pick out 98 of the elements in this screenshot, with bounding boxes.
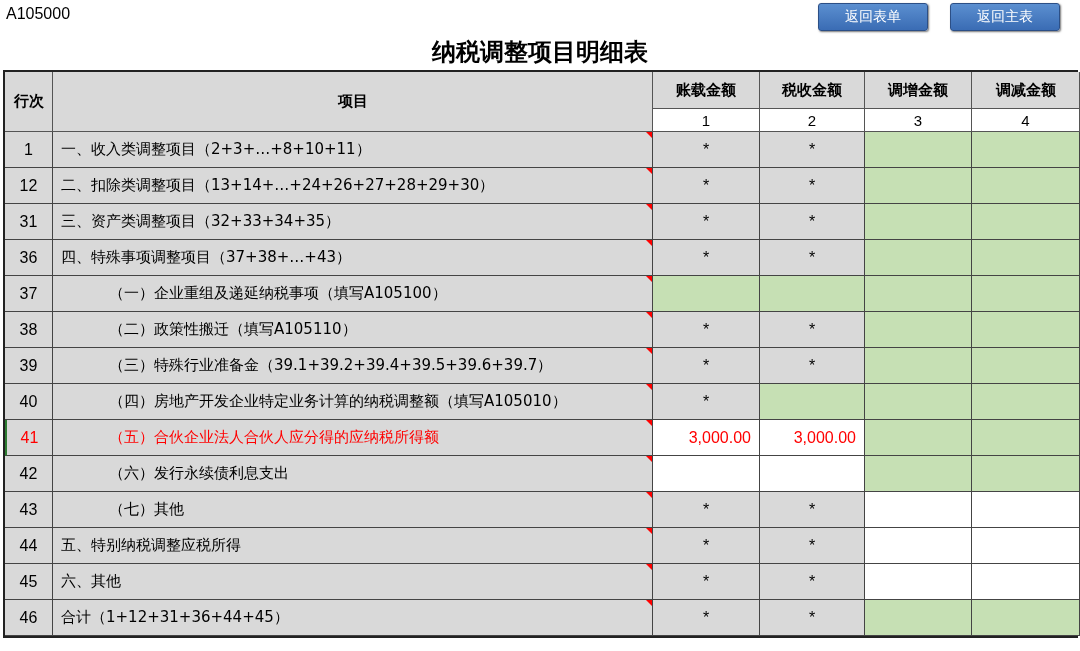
amount-cell[interactable] (972, 492, 1080, 528)
amount-cell[interactable] (972, 204, 1080, 240)
item-cell: （二）政策性搬迁（填写A105110） (53, 312, 653, 348)
amount-cell[interactable] (760, 276, 865, 312)
amount-cell[interactable] (972, 276, 1080, 312)
row-number: 39 (5, 348, 53, 384)
amount-cell: * (653, 564, 760, 600)
row-number: 40 (5, 384, 53, 420)
amount-cell[interactable] (972, 240, 1080, 276)
amount-cell[interactable] (972, 420, 1080, 456)
column-header: 调减金额 (972, 72, 1080, 109)
amount-cell[interactable] (865, 600, 972, 636)
column-header: 调增金额 (865, 72, 972, 109)
amount-cell: * (760, 240, 865, 276)
amount-cell: * (653, 348, 760, 384)
amount-cell: * (760, 168, 865, 204)
amount-cell[interactable] (865, 168, 972, 204)
column-header: 行次 (5, 72, 53, 132)
item-cell: 一、收入类调整项目（2+3+…+8+10+11） (53, 132, 653, 168)
nav-button[interactable]: 返回表单 (818, 3, 928, 31)
amount-cell: * (653, 384, 760, 420)
amount-cell[interactable] (653, 276, 760, 312)
row-number: 46 (5, 600, 53, 636)
item-cell: （一）企业重组及递延纳税事项（填写A105100） (53, 276, 653, 312)
amount-cell[interactable] (865, 528, 972, 564)
item-cell: 五、特别纳税调整应税所得 (53, 528, 653, 564)
amount-cell[interactable] (865, 312, 972, 348)
column-header: 账载金额 (653, 72, 760, 109)
amount-cell: * (653, 204, 760, 240)
column-header: 税收金额 (760, 72, 865, 109)
item-cell: （三）特殊行业准备金（39.1+39.2+39.4+39.5+39.6+39.7） (53, 348, 653, 384)
amount-cell[interactable] (972, 528, 1080, 564)
amount-cell[interactable] (760, 456, 865, 492)
amount-cell[interactable] (972, 168, 1080, 204)
row-number: 36 (5, 240, 53, 276)
row-number: 43 (5, 492, 53, 528)
amount-cell[interactable] (865, 204, 972, 240)
amount-cell[interactable] (760, 384, 865, 420)
row-number: 45 (5, 564, 53, 600)
amount-cell[interactable] (865, 564, 972, 600)
amount-cell[interactable] (865, 348, 972, 384)
item-cell: 合计（1+12+31+36+44+45） (53, 600, 653, 636)
amount-cell: * (653, 132, 760, 168)
item-cell: （四）房地产开发企业特定业务计算的纳税调整额（填写A105010） (53, 384, 653, 420)
amount-cell[interactable] (972, 456, 1080, 492)
item-cell: （五）合伙企业法人合伙人应分得的应纳税所得额 (53, 420, 653, 456)
amount-cell[interactable] (865, 384, 972, 420)
item-cell: 六、其他 (53, 564, 653, 600)
row-number: 42 (5, 456, 53, 492)
amount-cell[interactable] (865, 132, 972, 168)
amount-cell: * (653, 492, 760, 528)
item-cell: 四、特殊事项调整项目（37+38+…+43） (53, 240, 653, 276)
amount-cell[interactable] (972, 564, 1080, 600)
nav-button[interactable]: 返回主表 (950, 3, 1060, 31)
column-number: 4 (972, 109, 1080, 132)
row-number: 1 (5, 132, 53, 168)
amount-cell: * (653, 600, 760, 636)
column-header: 项目 (53, 72, 653, 132)
form-title: 纳税调整项目明细表 (430, 36, 649, 68)
amount-cell[interactable] (865, 456, 972, 492)
column-number: 3 (865, 109, 972, 132)
column-number: 2 (760, 109, 865, 132)
amount-cell[interactable] (972, 600, 1080, 636)
column-number: 1 (653, 109, 760, 132)
item-cell: 三、资产类调整项目（32+33+34+35） (53, 204, 653, 240)
form-code: A105000 (5, 4, 71, 23)
amount-cell: * (653, 528, 760, 564)
amount-cell[interactable]: 3,000.00 (653, 420, 760, 456)
amount-cell: * (760, 312, 865, 348)
amount-cell: * (760, 348, 865, 384)
amount-cell: * (760, 528, 865, 564)
amount-cell: * (760, 564, 865, 600)
row-number: 44 (5, 528, 53, 564)
row-number: 12 (5, 168, 53, 204)
amount-cell[interactable] (972, 132, 1080, 168)
item-cell: （六）发行永续债利息支出 (53, 456, 653, 492)
row-number: 38 (5, 312, 53, 348)
item-cell: （七）其他 (53, 492, 653, 528)
row-number: 31 (5, 204, 53, 240)
row-number: 41 (5, 420, 53, 456)
row-number: 37 (5, 276, 53, 312)
amount-cell[interactable]: 3,000.00 (760, 420, 865, 456)
amount-cell[interactable] (972, 312, 1080, 348)
amount-cell[interactable] (972, 348, 1080, 384)
amount-cell[interactable] (865, 240, 972, 276)
amount-cell: * (653, 168, 760, 204)
amount-cell[interactable] (865, 420, 972, 456)
amount-cell: * (760, 204, 865, 240)
amount-cell: * (760, 132, 865, 168)
item-cell: 二、扣除类调整项目（13+14+…+24+26+27+28+29+30） (53, 168, 653, 204)
amount-cell: * (760, 492, 865, 528)
amount-cell[interactable] (653, 456, 760, 492)
amount-cell[interactable] (865, 276, 972, 312)
amount-cell: * (653, 312, 760, 348)
amount-cell: * (653, 240, 760, 276)
amount-cell: * (760, 600, 865, 636)
amount-cell[interactable] (972, 384, 1080, 420)
amount-cell[interactable] (865, 492, 972, 528)
